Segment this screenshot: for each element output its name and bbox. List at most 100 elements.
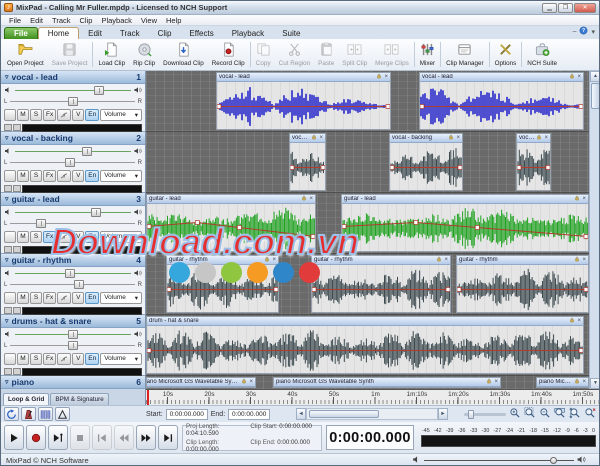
clip-vocal-lead[interactable]: vocal - lead× [419,72,584,130]
master-volume-slider[interactable] [412,455,586,466]
volume-slider[interactable] [15,86,131,95]
lock-icon[interactable] [376,73,382,81]
menu-track[interactable]: Track [48,16,74,25]
clip-header[interactable]: guitar - rhythm× [457,256,588,265]
lock-icon[interactable] [569,73,575,81]
timeline-area[interactable]: vocal - lead× vocal - lead× vocal - backin… [146,71,600,405]
close-icon[interactable]: × [272,257,276,263]
envelope-enable-button[interactable]: En [85,292,99,304]
envelope-enable-button[interactable]: En [85,231,99,243]
clip-header[interactable]: vocal - backing× [390,134,462,143]
timeline-ruler[interactable]: 10s20s30s40s50s1m1m:10s1m:20s1m:30s1m:40… [146,389,600,405]
track-title[interactable]: ▿drums - hat & snare5 [1,315,145,328]
pan-slider[interactable] [10,341,134,350]
track-title[interactable]: ▿guitar - rhythm4 [1,254,145,267]
clip-header[interactable]: piano Microsoft GS Wavetable Synth× [537,378,588,387]
timeline-lane-3[interactable]: guitar - lead×guitar - lead× [146,193,589,254]
timeline-lane-1[interactable]: vocal - lead× vocal - lead× [146,71,589,132]
loop-button[interactable] [4,407,19,421]
ribbon-nch-suite-button[interactable]: NCH Suite [523,40,561,69]
clip-header[interactable]: vocal - lead× [217,73,390,82]
clip-guitar-lead[interactable]: guitar - lead× [146,194,316,252]
close-icon[interactable]: × [494,379,498,385]
pan-handle[interactable] [68,97,78,106]
go-to-end-button[interactable] [158,425,178,450]
envelope-button[interactable] [57,170,71,182]
menu-playback[interactable]: Playback [97,16,135,25]
close-icon[interactable]: × [582,379,586,385]
menu-edit[interactable]: Edit [26,16,47,25]
clip-vocal-lead[interactable]: vocal - lead× [216,72,391,130]
snap-button[interactable] [55,407,70,421]
mute-button[interactable]: M [17,292,29,304]
automation-dropdown[interactable]: Volume▾ [100,353,142,365]
clip-header[interactable]: piano Microsoft GS Wavetable Synth× [147,378,255,387]
tab-file[interactable]: File [4,27,38,39]
lock-icon[interactable] [264,256,270,264]
menu-clip[interactable]: Clip [76,16,97,25]
clip-vocal-backing[interactable]: vocal - backing× [289,133,326,191]
solo-button[interactable]: S [30,292,42,304]
play-button[interactable] [4,425,24,450]
v-button[interactable]: V [72,231,84,243]
automation-dropdown[interactable]: Volume▾ [100,231,142,243]
envelope-enable-button[interactable]: En [85,109,99,121]
track-title[interactable]: ▿guitar - lead3 [1,193,145,206]
chevron-down-icon[interactable]: ▿ [5,134,9,142]
close-icon[interactable]: × [444,257,448,263]
minimize-button[interactable]: ▁ [542,3,557,13]
zoom-project-icon[interactable] [554,407,566,421]
envelope-button[interactable] [57,353,71,365]
tab-playback[interactable]: Playback [223,28,273,39]
close-button[interactable]: ✕ [574,3,596,13]
lock-icon[interactable] [574,378,580,386]
ribbon-open-project-button[interactable]: Open Project [3,40,48,69]
automation-dropdown[interactable]: Volume▾ [100,170,142,182]
timeline-lane-6[interactable]: piano Microsoft GS Wavetable Synth× piano… [146,376,589,389]
pan-handle[interactable] [68,341,78,350]
volume-slider[interactable] [15,330,131,339]
ribbon-load-clip-button[interactable]: Load Clip [94,40,129,69]
lock-icon[interactable] [448,134,454,142]
arm-button[interactable] [4,231,16,243]
ribbon-clip-manager-button[interactable]: Clip Manager [442,40,487,69]
ribbon-mixer-button[interactable]: Mixer [416,40,439,69]
close-icon[interactable]: × [384,74,388,80]
clip-header[interactable]: guitar - rhythm× [312,256,450,265]
chevron-down-icon[interactable]: ▿ [5,73,9,81]
end-field[interactable]: 0:00:00.000 [228,409,270,420]
envelope-button[interactable] [57,109,71,121]
track-title[interactable]: ▿vocal - lead1 [1,71,145,84]
chevron-down-icon[interactable]: ▿ [5,195,9,203]
menu-file[interactable]: File [5,16,25,25]
lock-icon[interactable] [311,134,317,142]
lock-icon[interactable] [574,256,580,264]
record-button[interactable] [26,425,46,450]
volume-handle[interactable] [82,147,92,156]
lock-icon[interactable] [574,195,580,203]
lock-icon[interactable] [241,378,247,386]
fx-button[interactable]: Fx [43,292,56,304]
close-icon[interactable]: × [577,318,581,324]
start-field[interactable]: 0:00:00.000 [166,409,208,420]
tab-effects[interactable]: Effects [180,28,222,39]
zoom-selection-icon[interactable] [524,407,536,421]
clip-guitar-rhythm[interactable]: guitar - rhythm× [311,255,451,313]
timeline-lane-2[interactable]: vocal - backing×vocal - backing×vocal - … [146,132,589,193]
close-icon[interactable]: × [582,257,586,263]
clip-piano-microsoft-gs-wavetable-synth[interactable]: piano Microsoft GS Wavetable Synth× [536,377,589,388]
chevron-down-icon[interactable]: ▿ [5,378,9,386]
clip-guitar-rhythm[interactable]: guitar - rhythm× [456,255,589,313]
ribbon-options-button[interactable]: Options [491,40,521,69]
envelope-button[interactable] [57,292,71,304]
tab-suite[interactable]: Suite [273,28,309,39]
timeline-lane-5[interactable]: drum - hat & snare× [146,315,589,376]
fx-button[interactable]: Fx [43,231,56,243]
volume-slider[interactable] [15,208,131,217]
clip-piano-microsoft-gs-wavetable-synth[interactable]: piano Microsoft GS Wavetable Synth× [273,377,501,388]
clip-header[interactable]: guitar - rhythm× [167,256,278,265]
lock-icon[interactable] [536,134,542,142]
chevron-down-icon[interactable]: ▾ [591,28,595,36]
lock-icon[interactable] [486,378,492,386]
timeline-lane-4[interactable]: guitar - rhythm× guitar - rhythm× guitar -… [146,254,589,315]
